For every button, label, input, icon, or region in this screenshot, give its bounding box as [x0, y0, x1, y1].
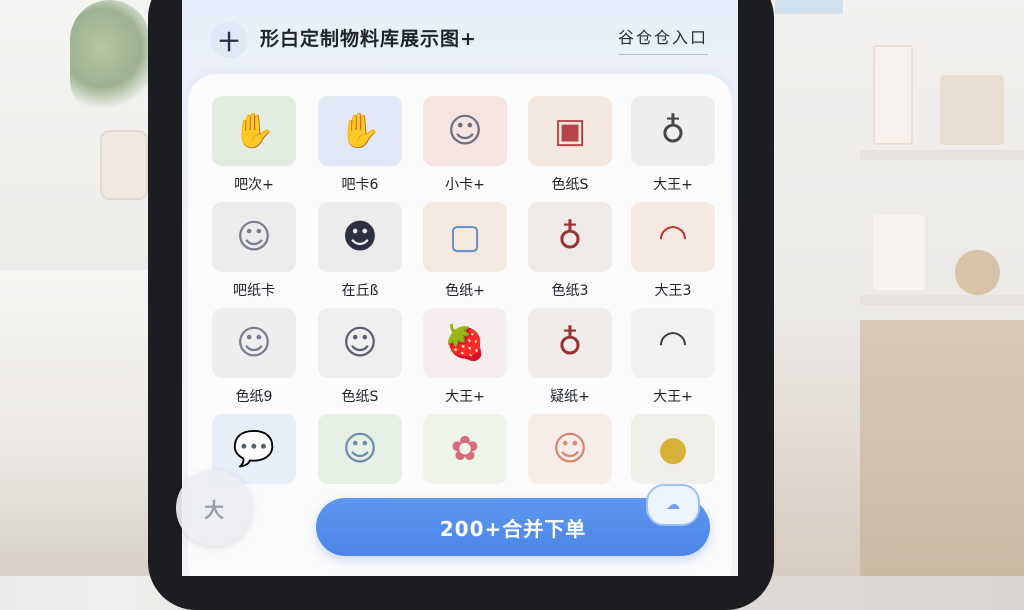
material-item[interactable]: ☺ 色纸S [318, 308, 402, 408]
dark-hand-badge-icon: ✋ [212, 96, 296, 166]
material-item[interactable]: ▢ 色纸+ [423, 202, 507, 302]
keychain-charm-icon: ♁ [528, 202, 612, 272]
material-item-label: 在丘ß [341, 283, 379, 299]
keychain-charm-icon: ♁ [631, 96, 715, 166]
material-item-label: 色纸S [551, 177, 589, 193]
page-title: 形白定制物料库展示图+ [260, 28, 477, 50]
material-item[interactable]: ✋ 吧次+ [212, 96, 296, 196]
material-item-label: 大王+ [445, 389, 485, 405]
chibi-character-icon: ☺ [318, 414, 402, 484]
material-item-label: 吧纸卡 [233, 283, 275, 299]
material-item-label: 色纸3 [551, 283, 589, 299]
chibi-character-icon: ☺ [528, 414, 612, 484]
background-floor [860, 320, 1024, 576]
shelf-board [860, 150, 1024, 160]
floating-home-button[interactable]: 大 [176, 470, 252, 546]
shelf-box [940, 75, 1004, 145]
material-item-label: 色纸S [341, 389, 379, 405]
shelf-board [860, 295, 1024, 305]
shelf-box [873, 45, 913, 145]
background-window [775, 0, 843, 14]
material-item[interactable]: ✋ 吧卡6 [318, 96, 402, 196]
material-item[interactable]: ☺ 吧纸卡 [212, 202, 296, 302]
material-item[interactable]: 🍓 大王+ [423, 308, 507, 408]
material-item-label: 疑纸+ [550, 389, 590, 405]
shelf-jar [955, 250, 1000, 295]
material-item[interactable]: ☺ 小卡+ [423, 96, 507, 196]
material-item[interactable]: ♁ 大王+ [631, 96, 715, 196]
material-item-label: 大王3 [654, 283, 692, 299]
keychain-charm-icon: ♁ [528, 308, 612, 378]
color-paper-card-icon: ▣ [528, 96, 612, 166]
plant-decoration [70, 0, 150, 120]
material-item[interactable]: ♁ 疑纸+ [528, 308, 612, 408]
material-item[interactable]: ◠ 大王3 [631, 202, 715, 302]
material-item[interactable]: ▣ 色纸S [528, 96, 612, 196]
plant-pot [100, 130, 148, 200]
dark-hand-badge-icon: ✋ [318, 96, 402, 166]
material-item-label: 吧次+ [234, 177, 274, 193]
material-item[interactable]: ☻ 在丘ß [318, 202, 402, 302]
material-item[interactable]: ♁ 色纸3 [528, 202, 612, 302]
flower-mascot-icon: ✿ [423, 414, 507, 484]
material-item-label: 吧卡6 [341, 177, 379, 193]
material-item-label: 小卡+ [445, 177, 485, 193]
chibi-character-icon: ☺ [212, 308, 296, 378]
chat-bubble-icon[interactable]: ☁ [646, 484, 700, 526]
app-header: 十 形白定制物料库展示图+ 谷仓仓入口 [182, 0, 738, 78]
app-logo-icon: 十 [210, 22, 248, 58]
chibi-character-icon: ☺ [423, 96, 507, 166]
gold-badge-icon: ● [631, 414, 715, 484]
material-item-label: 色纸+ [445, 283, 485, 299]
chibi-character-icon: ☺ [212, 202, 296, 272]
material-item[interactable]: ☺ 色纸9 [212, 308, 296, 408]
strawberry-icon: 🍓 [423, 308, 507, 378]
material-item[interactable]: ◠ 大王+ [631, 308, 715, 408]
folding-fan-icon: ◠ [631, 202, 715, 272]
material-item-label: 色纸9 [235, 389, 273, 405]
material-item-label: 大王+ [653, 389, 693, 405]
warehouse-entry-link[interactable]: 谷仓仓入口 [618, 24, 709, 55]
material-item-label: 大王+ [653, 177, 693, 193]
chibi-character-icon: ☻ [318, 202, 402, 272]
folding-fan-icon: ◠ [631, 308, 715, 378]
shelf-box [873, 215, 925, 290]
background-table [0, 270, 150, 576]
chibi-character-icon: ☺ [318, 308, 402, 378]
photo-card-icon: ▢ [423, 202, 507, 272]
